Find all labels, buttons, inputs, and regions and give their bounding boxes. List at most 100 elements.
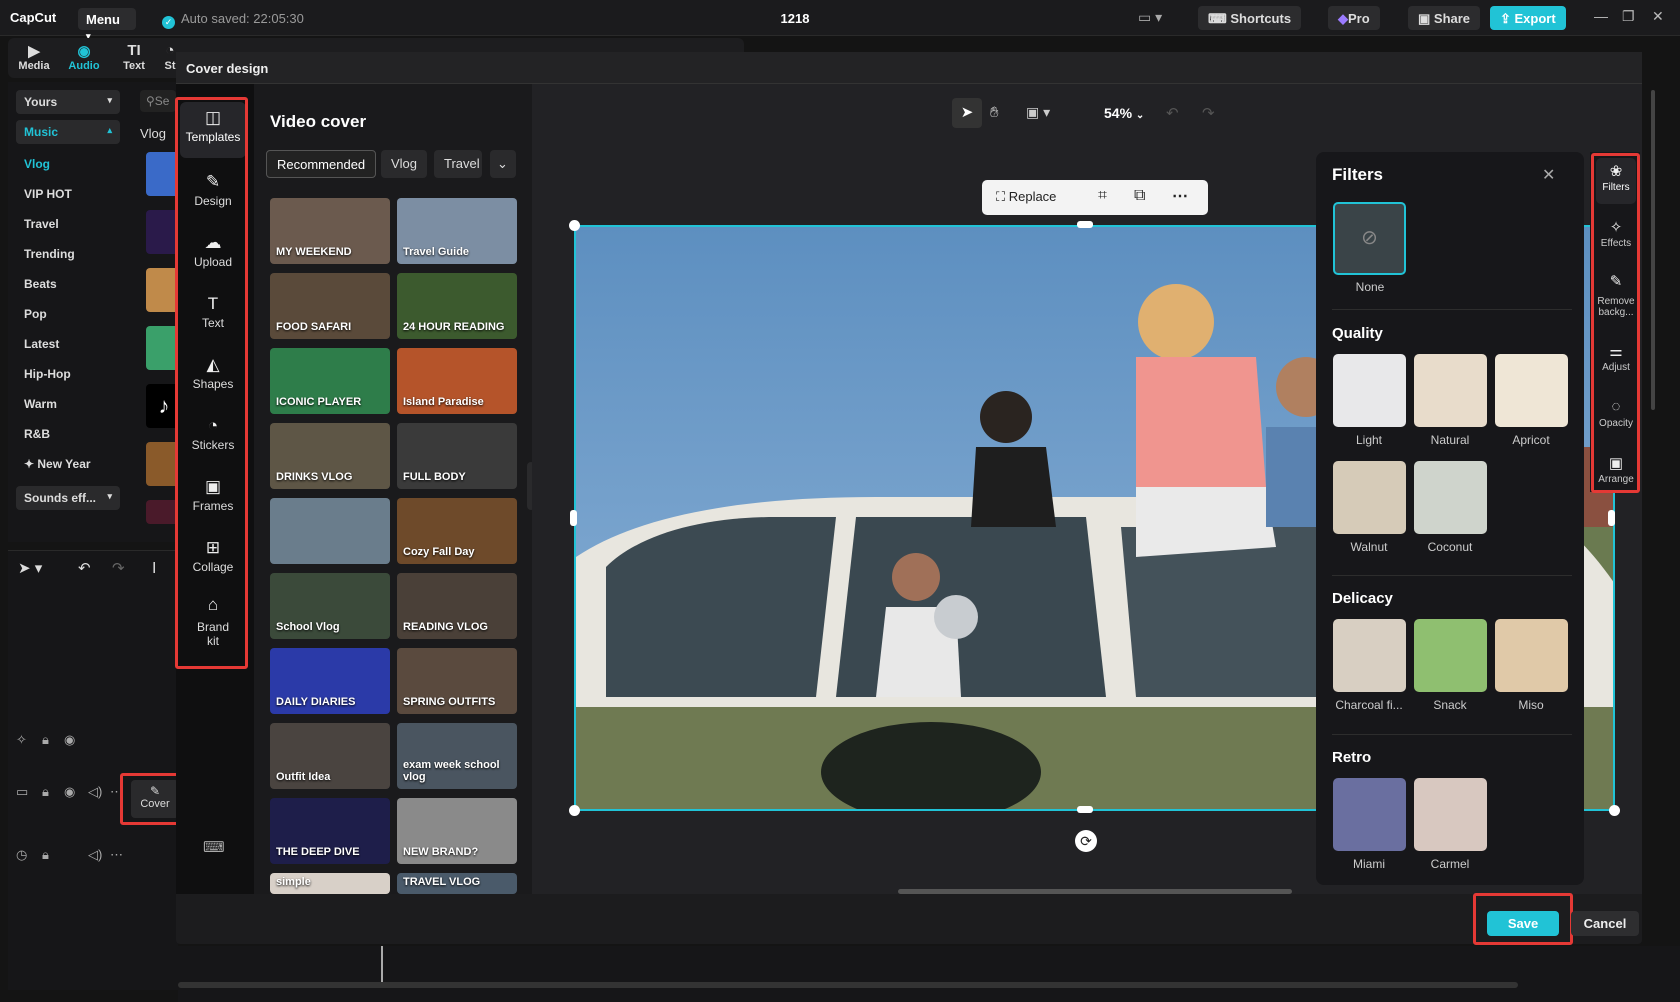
lib-item-beats[interactable]: Beats [24,277,57,291]
replace-button[interactable]: ⛶ Replace [996,189,1056,205]
search-input[interactable]: ⚲Se [140,90,176,112]
redo-icon[interactable]: ↷ [112,559,125,577]
filter-none[interactable]: ⊘ [1333,202,1406,275]
lib-item-hiphop[interactable]: Hip-Hop [24,367,71,381]
select-tool-icon[interactable]: ➤ ▾ [18,559,42,577]
filter-thumbnail[interactable] [1495,619,1568,692]
menu-button[interactable]: Menu ▾ [78,8,136,41]
audio-mute-icon[interactable]: ◁) [88,784,102,800]
shortcuts-button[interactable]: ⌨ Shortcuts [1198,6,1302,30]
split-icon[interactable]: Ⅰ [152,559,156,577]
chip-recommended[interactable]: Recommended [266,150,377,178]
filter-thumbnail[interactable] [1333,778,1406,851]
template-thumbnail[interactable]: NEW BRAND? [397,798,517,864]
template-thumbnail[interactable]: ICONIC PLAYER [270,348,390,414]
filter-thumbnail[interactable] [1333,461,1406,534]
layout-ratio-icon[interactable]: ▣ ▾ [1026,104,1050,121]
rotate-icon[interactable]: ⟳ [1075,830,1097,852]
lib-item-pop[interactable]: Pop [24,307,47,321]
resize-handle-left[interactable] [570,510,577,526]
tool-media[interactable]: ▶ Media [14,42,54,72]
template-thumbnail[interactable]: Outfit Idea [270,723,390,789]
template-thumbnail[interactable]: DRINKS VLOG [270,423,390,489]
export-button[interactable]: ⇪ Export [1490,6,1566,30]
lib-item-new-year[interactable]: ✦ New Year [24,457,91,471]
template-thumbnail[interactable]: exam week school vlog [397,723,517,789]
chip-travel[interactable]: Travel [434,150,482,178]
cancel-button[interactable]: Cancel [1571,911,1639,936]
playhead[interactable] [381,946,383,982]
save-button[interactable]: Save [1487,911,1559,936]
filter-thumbnail[interactable] [1414,778,1487,851]
lib-item-vlog[interactable]: Vlog [24,157,50,171]
filter-thumbnail[interactable] [1414,354,1487,427]
filter-thumbnail[interactable] [1333,354,1406,427]
tool-text[interactable]: TI Text [114,42,154,72]
resize-handle-top-left[interactable] [569,220,580,231]
zoom-level[interactable]: 54% ⌄ [1104,105,1144,121]
lib-item-travel[interactable]: Travel [24,217,59,231]
template-thumbnail[interactable]: READING VLOG [397,573,517,639]
filter-thumbnail[interactable] [1333,619,1406,692]
timeline-scrollbar[interactable] [178,982,1518,988]
template-thumbnail[interactable]: simple [270,873,390,894]
pro-button[interactable]: ◆Pro [1328,6,1380,30]
eye-icon[interactable]: ◉ [64,784,75,800]
cover-button[interactable]: ✎ Cover [131,780,179,818]
lib-item-trending[interactable]: Trending [24,247,75,261]
tool-audio[interactable]: ◉ Audio [64,42,104,72]
template-thumbnail[interactable]: MY WEEKEND [270,198,390,264]
chip-vlog[interactable]: Vlog [381,150,428,178]
lib-item-latest[interactable]: Latest [24,337,59,351]
lock-icon[interactable]: 🔒︎ [42,847,49,863]
canvas-redo-icon[interactable]: ↷ [1202,104,1215,122]
select-pointer-icon[interactable]: ➤ [952,98,982,128]
resize-handle-bottom[interactable] [1077,806,1093,813]
resize-handle-right[interactable] [1608,510,1615,526]
undo-icon[interactable]: ↶ [78,559,91,577]
resize-handle-top[interactable] [1077,221,1093,228]
filter-thumbnail[interactable] [1414,461,1487,534]
template-thumbnail[interactable]: School Vlog [270,573,390,639]
lib-item-vip-hot[interactable]: VIP HOT [24,187,72,201]
restore-icon[interactable]: ❐ [1622,8,1635,25]
template-thumbnail[interactable] [270,498,390,564]
close-icon[interactable]: ✕ [1542,165,1555,185]
project-title[interactable]: 1218 [770,11,820,26]
music-dropdown[interactable]: Music ▴ [16,120,120,144]
template-thumbnail[interactable]: Island Paradise [397,348,517,414]
audio-mute-icon[interactable]: ◁) [88,847,102,863]
template-thumbnail[interactable]: THE DEEP DIVE [270,798,390,864]
template-thumbnail[interactable]: TRAVEL VLOG [397,873,517,894]
lib-item-rnb[interactable]: R&B [24,427,50,441]
lock-icon[interactable]: 🔒︎ [42,732,49,748]
template-thumbnail[interactable]: Travel Guide [397,198,517,264]
chips-more-button[interactable]: ⌄ [490,150,516,178]
template-thumbnail[interactable]: SPRING OUTFITS [397,648,517,714]
yours-dropdown[interactable]: Yours ▾ [16,90,120,114]
canvas-horizontal-scrollbar[interactable] [898,889,1292,894]
more-options-icon[interactable]: ⋯ [1172,186,1188,206]
keyboard-icon[interactable]: ⌨ [203,838,225,856]
resize-handle-bottom-right[interactable] [1609,805,1620,816]
template-thumbnail[interactable]: DAILY DIARIES [270,648,390,714]
minimize-icon[interactable]: — [1594,8,1608,24]
close-window-icon[interactable]: ✕ [1652,8,1664,25]
template-thumbnail[interactable]: FULL BODY [397,423,517,489]
right-scrollbar[interactable] [1651,90,1655,410]
layout-icon[interactable]: ▭ ▾ [1138,9,1162,26]
share-button[interactable]: ▣ Share [1408,6,1481,30]
lib-item-warm[interactable]: Warm [24,397,57,411]
template-thumbnail[interactable]: FOOD SAFARI [270,273,390,339]
duplicate-icon[interactable]: ⧉ [1134,187,1145,205]
canvas-undo-icon[interactable]: ↶ [1166,104,1179,122]
template-thumbnail[interactable]: Cozy Fall Day [397,498,517,564]
hand-pan-icon[interactable]: ✋︎ [990,104,999,121]
template-thumbnail[interactable]: 24 HOUR READING [397,273,517,339]
tab-vlog[interactable]: Vlog [140,126,166,141]
filter-thumbnail[interactable] [1414,619,1487,692]
sounds-effects-dropdown[interactable]: Sounds eff... ▾ [16,486,120,510]
filter-thumbnail[interactable] [1495,354,1568,427]
lock-icon[interactable]: 🔒︎ [42,784,49,800]
resize-handle-bottom-left[interactable] [569,805,580,816]
